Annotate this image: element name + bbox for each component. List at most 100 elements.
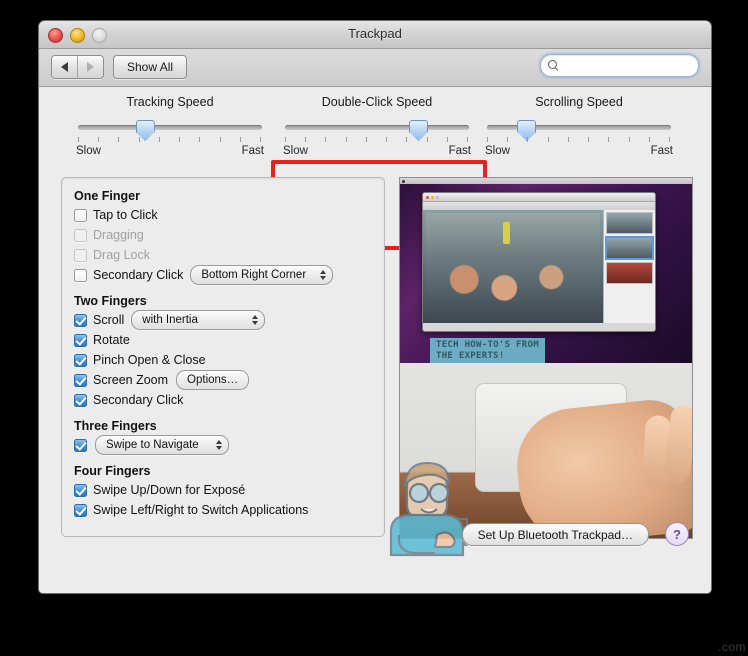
option-row-tap-to-click[interactable]: Tap to Click — [74, 205, 384, 225]
slider-max-label: Fast — [241, 145, 264, 157]
slider-max-label: Fast — [448, 145, 471, 157]
two-fingers-heading: Two Fingers — [74, 294, 147, 308]
slider-ticks — [487, 137, 671, 145]
chevron-updown-icon — [316, 270, 328, 280]
finger — [662, 403, 692, 485]
search-icon — [548, 60, 559, 71]
pinch-label: Pinch Open & Close — [93, 353, 206, 367]
scrolling-speed-label: Scrolling Speed — [535, 95, 623, 109]
content-area: One Finger Tap to Click Dragging Drag Lo… — [61, 177, 693, 557]
secondary-click-one-checkbox[interactable] — [74, 268, 87, 282]
screenshot-root: Trackpad Show All Tracking Speed Slow Fa… — [0, 0, 748, 656]
screen-zoom-checkbox[interactable] — [74, 373, 87, 387]
speed-sliders: Tracking Speed Slow Fast Double-Click Sp… — [39, 87, 711, 250]
three-fingers-heading: Three Fingers — [74, 419, 157, 433]
search-field[interactable] — [540, 54, 711, 77]
slider-track — [78, 125, 262, 130]
back-button[interactable] — [52, 56, 77, 78]
secondary-click-one-label: Secondary Click — [93, 268, 184, 282]
option-row-three-finger-swipe[interactable]: Swipe to Navigate — [74, 435, 384, 455]
demo-thumbnail — [606, 262, 653, 284]
secondary-click-two-checkbox[interactable] — [74, 393, 87, 407]
one-finger-heading: One Finger — [74, 189, 140, 203]
secondary-click-corner-value: Bottom Right Corner — [201, 269, 307, 281]
tap-to-click-checkbox[interactable] — [74, 208, 87, 222]
rotate-checkbox[interactable] — [74, 333, 87, 347]
chevron-updown-icon — [248, 315, 260, 325]
option-row-pinch[interactable]: Pinch Open & Close — [74, 350, 384, 370]
scrolling-speed-slider[interactable] — [487, 120, 671, 141]
slider-ticks — [78, 137, 262, 145]
option-row-swipe-leftright-apps[interactable]: Swipe Left/Right to Switch Applications — [74, 500, 384, 520]
demo-window-titlebar — [423, 193, 655, 202]
gesture-options-panel: One Finger Tap to Click Dragging Drag Lo… — [61, 177, 385, 537]
option-row-secondary-click-two[interactable]: Secondary Click — [74, 390, 384, 410]
option-row-screen-zoom[interactable]: Screen Zoom Options… — [74, 370, 384, 390]
slider-end-labels: Slow Fast — [485, 145, 673, 157]
scroll-mode-popup[interactable]: with Inertia — [131, 310, 266, 330]
slider-min-label: Slow — [485, 145, 510, 157]
pinch-checkbox[interactable] — [74, 353, 87, 367]
option-row-rotate[interactable]: Rotate — [74, 330, 384, 350]
slider-track — [487, 125, 671, 130]
option-row-secondary-click-one[interactable]: Secondary Click Bottom Right Corner — [74, 265, 384, 285]
tracking-speed-control: Tracking Speed Slow Fast — [70, 95, 270, 157]
demo-photo-viewer — [423, 210, 603, 323]
double-click-speed-slider[interactable] — [285, 120, 469, 141]
video-caption-line1: TECH HOW-TO'S FROM — [436, 340, 539, 350]
double-click-speed-control: Double-Click Speed Slow Fast — [277, 95, 477, 157]
four-fingers-heading: Four Fingers — [74, 464, 151, 478]
demo-thumbnail — [606, 212, 653, 234]
swipe-leftright-apps-label: Swipe Left/Right to Switch Applications — [93, 503, 309, 517]
scrolling-speed-control: Scrolling Speed Slow Fast — [479, 95, 679, 157]
preferences-body: Tracking Speed Slow Fast Double-Click Sp… — [39, 87, 711, 593]
three-finger-swipe-checkbox[interactable] — [74, 438, 87, 452]
scroll-checkbox[interactable] — [74, 313, 87, 327]
video-caption-line2: THE EXPERTS! — [436, 351, 505, 361]
drag-lock-label: Drag Lock — [93, 248, 150, 262]
slider-end-labels: Slow Fast — [283, 145, 471, 157]
swipe-leftright-apps-checkbox[interactable] — [74, 503, 87, 517]
dragging-label: Dragging — [93, 228, 144, 242]
show-all-button[interactable]: Show All — [113, 55, 188, 79]
scroll-label: Scroll — [93, 313, 125, 327]
help-icon: ? — [673, 526, 681, 542]
secondary-click-two-label: Secondary Click — [93, 393, 184, 407]
slider-ticks — [285, 137, 469, 145]
demo-thumbnail — [606, 237, 653, 259]
rotate-label: Rotate — [93, 333, 130, 347]
slider-max-label: Fast — [650, 145, 673, 157]
show-all-label: Show All — [127, 60, 174, 74]
secondary-click-corner-popup[interactable]: Bottom Right Corner — [190, 265, 334, 285]
swipe-updown-expose-label: Swipe Up/Down for Exposé — [93, 483, 246, 497]
option-row-drag-lock: Drag Lock — [74, 245, 384, 265]
window-titlebar[interactable]: Trackpad — [39, 21, 711, 49]
setup-bluetooth-trackpad-label: Set Up Bluetooth Trackpad… — [477, 527, 633, 542]
option-row-scroll[interactable]: Scroll with Inertia — [74, 310, 384, 330]
slider-track — [285, 125, 469, 130]
demo-photo-window — [422, 192, 656, 332]
setup-bluetooth-trackpad-button[interactable]: Set Up Bluetooth Trackpad… — [461, 523, 649, 546]
demo-menubar — [400, 178, 692, 184]
video-caption-overlay: TECH HOW-TO'S FROM THE EXPERTS! — [430, 338, 545, 363]
help-button[interactable]: ? — [665, 522, 689, 546]
swipe-updown-expose-checkbox[interactable] — [74, 483, 87, 497]
tap-to-click-label: Tap to Click — [93, 208, 158, 222]
tracking-speed-slider[interactable] — [78, 120, 262, 141]
forward-arrow-icon — [87, 62, 94, 72]
drag-lock-checkbox — [74, 248, 87, 262]
option-row-swipe-updown-expose[interactable]: Swipe Up/Down for Exposé — [74, 480, 384, 500]
search-input[interactable] — [563, 59, 711, 72]
option-row-dragging: Dragging — [74, 225, 384, 245]
chevron-updown-icon — [212, 440, 224, 450]
tracking-speed-label: Tracking Speed — [126, 95, 214, 109]
three-finger-swipe-value: Swipe to Navigate — [106, 439, 199, 451]
screen-zoom-options-button[interactable]: Options… — [176, 370, 250, 390]
forward-button — [77, 56, 103, 78]
screen-zoom-options-label: Options… — [187, 374, 239, 386]
navigation-buttons — [51, 55, 104, 79]
mascot-character-overlay — [389, 461, 468, 557]
back-arrow-icon — [61, 62, 68, 72]
slider-min-label: Slow — [76, 145, 101, 157]
three-finger-swipe-popup[interactable]: Swipe to Navigate — [95, 435, 229, 455]
